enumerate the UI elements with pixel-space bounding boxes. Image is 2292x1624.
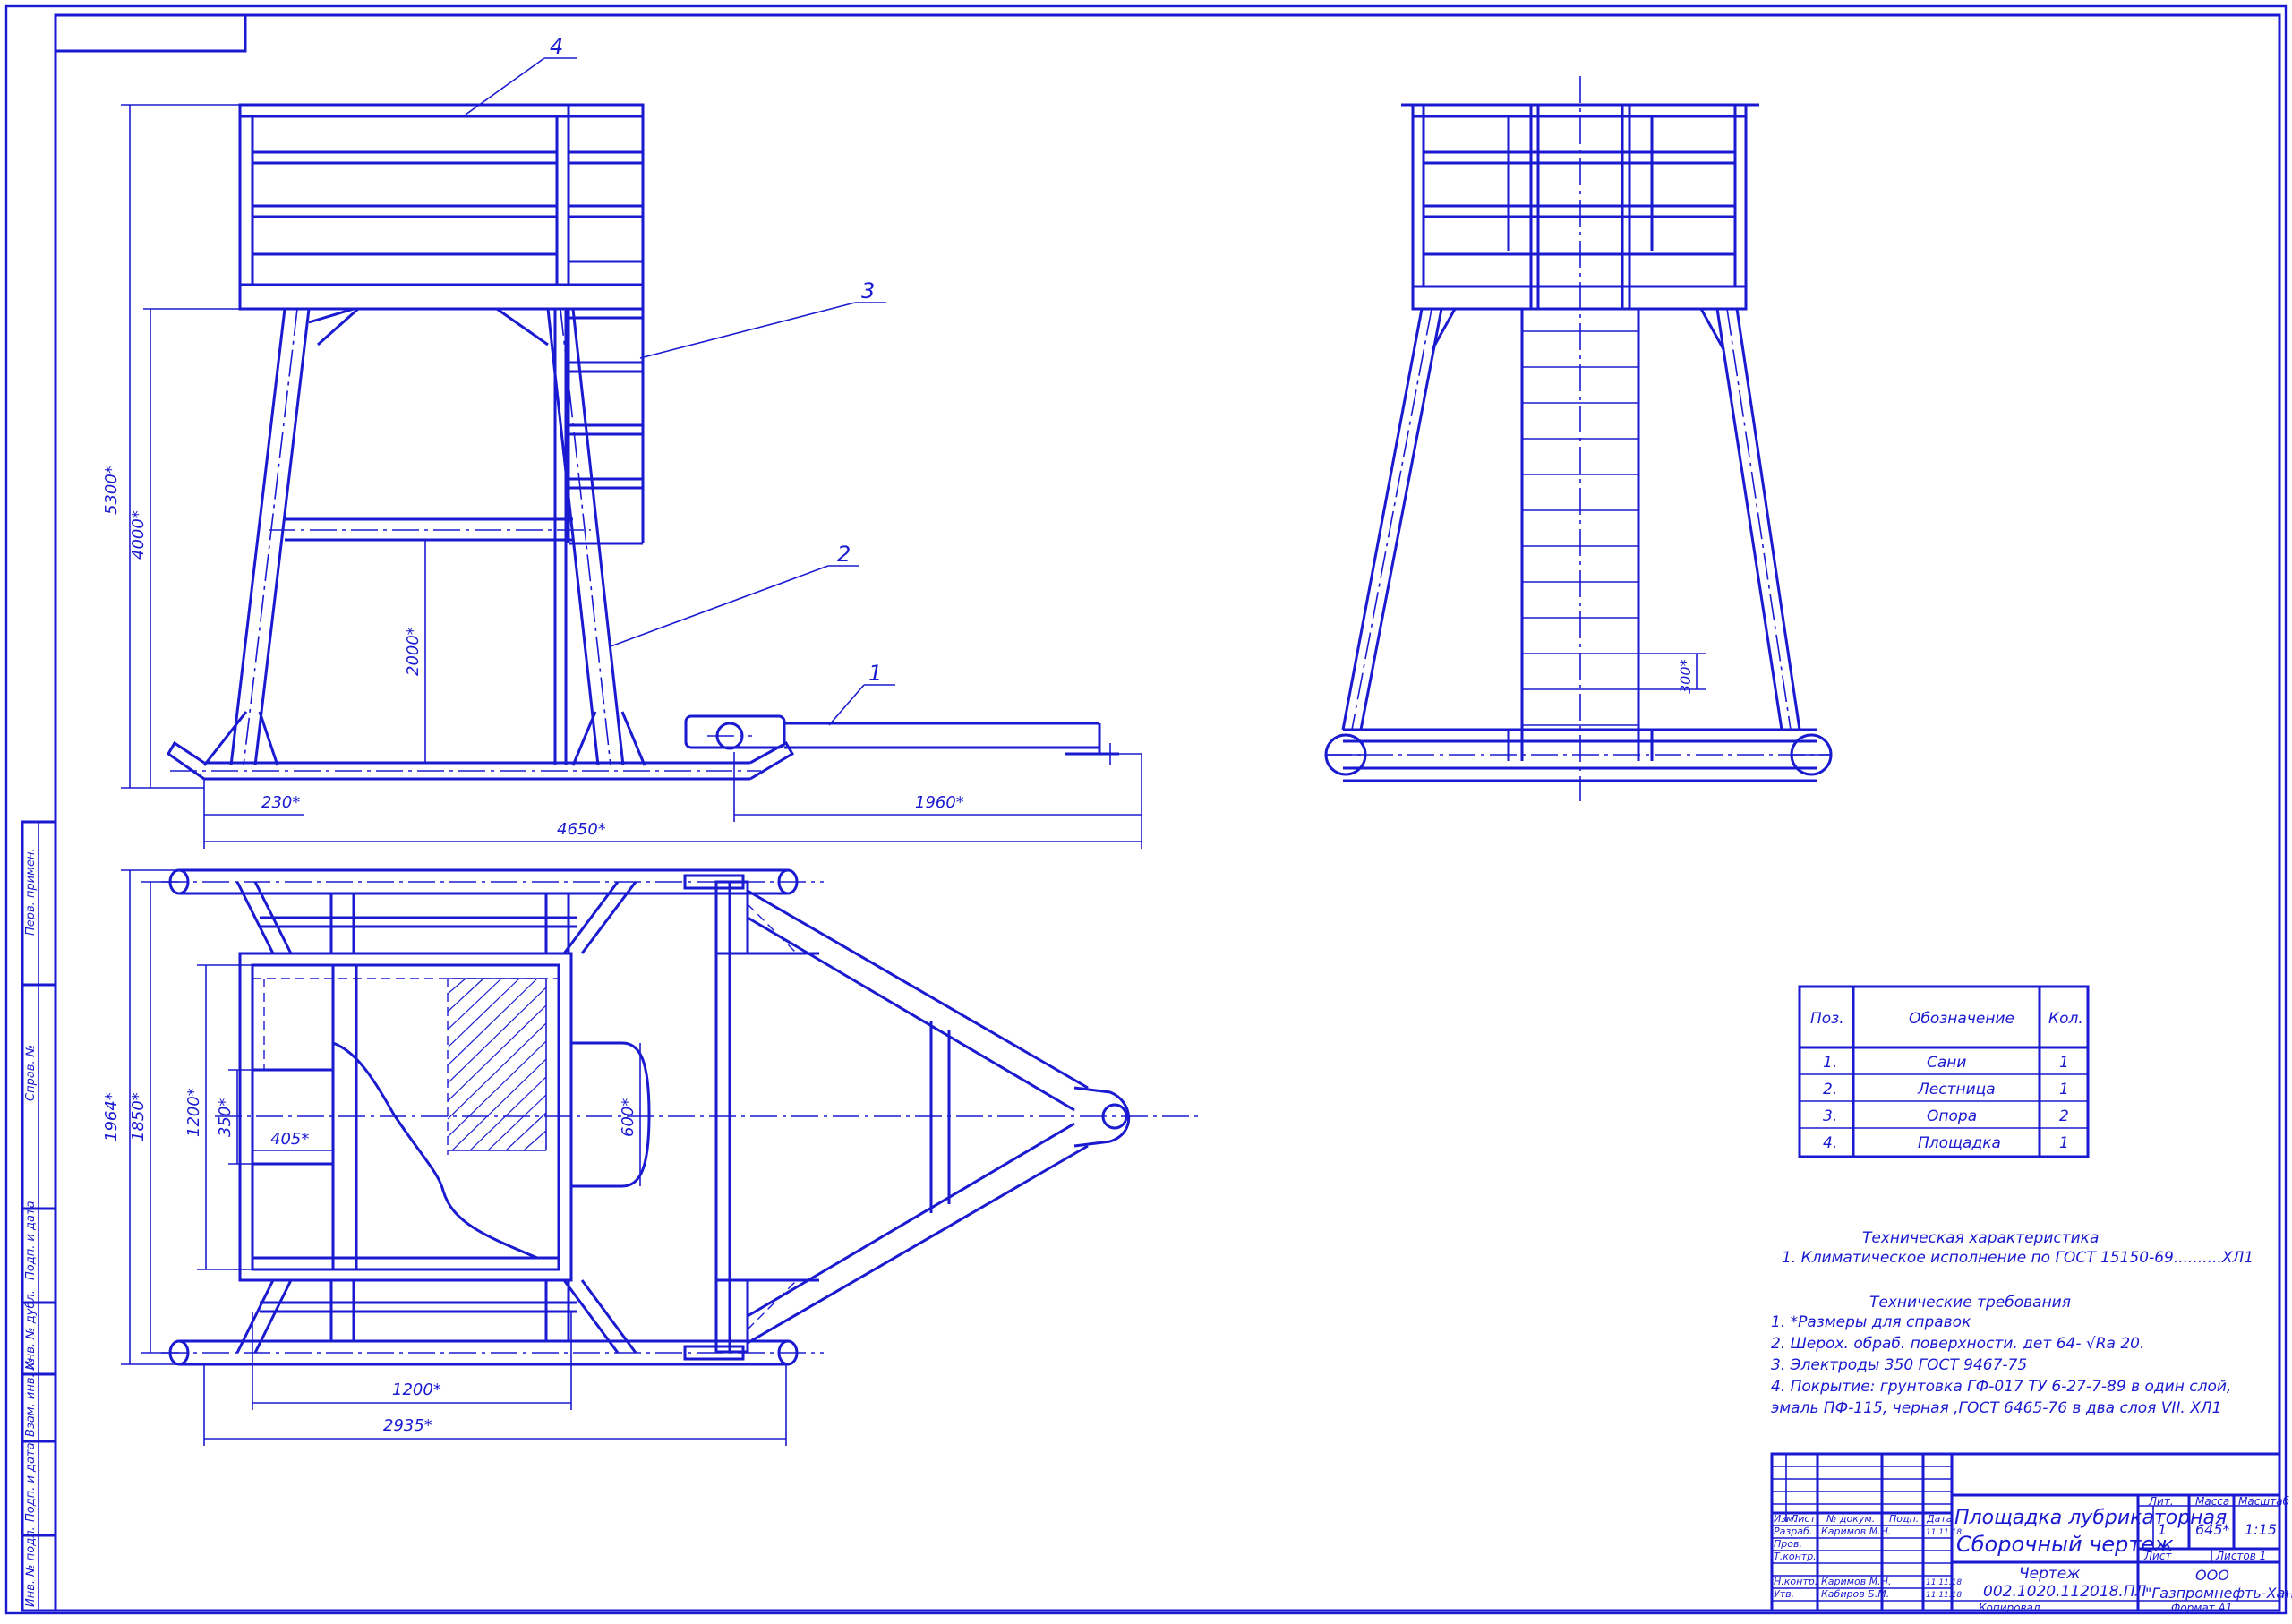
table-cell: 1 [2059,1081,2069,1098]
dim-label: 1200* [184,1088,203,1137]
tb-role: Разраб. [1774,1526,1812,1537]
dim-label: 4000* [129,510,148,560]
tech-req-line: 2. Шерох. обраб. поверхности. дет 64- √R… [1771,1335,2144,1353]
tech-req-heading: Технические требования [1869,1294,2071,1312]
leader-label: 4 [550,34,563,59]
tb-role: Утв. [1774,1588,1794,1600]
copied-label: Копировал [1979,1602,2040,1614]
table-header: Поз. [1810,1010,1844,1028]
table-cell: Сани [1927,1054,1966,1072]
tech-notes: Техническая характеристика 1. Климатичес… [1771,1229,2254,1417]
tb-role: Пров. [1774,1538,1802,1550]
dim-label: 1850* [129,1092,148,1141]
leader-label: 1 [868,661,882,686]
parts-table: Поз. Обозначение Кол. 1. Сани 1 2. Лестн… [1798,985,2090,1158]
dim-label: 1960* [915,793,964,812]
tech-req-line: 4. Покрытие: грунтовка ГФ-017 ТУ 6-27-7-… [1771,1378,2231,1396]
tb-name: Каримов М.Н. [1821,1526,1891,1537]
stamp-label: Справ. № [24,1045,38,1101]
table-cell: Опора [1927,1107,1977,1125]
dim-label: 4650* [557,820,606,839]
table-cell: Площадка [1918,1134,2001,1152]
tb-header: Лит. [2148,1495,2174,1508]
tech-char-heading: Техническая характеристика [1862,1229,2099,1247]
dim-label: 350* [216,1098,235,1137]
stamp-label: Перв. примен. [24,848,38,936]
leader-label: 3 [861,278,875,303]
dim-label: 2000* [404,627,423,676]
table-header: Обозначение [1909,1010,2014,1028]
tb-name: Каримов М.Н. [1821,1576,1891,1587]
dim-label: 600* [619,1098,637,1137]
company-line: ООО [2195,1567,2229,1584]
dim-label: 405* [270,1130,309,1149]
tb-header: Масса [2195,1495,2229,1508]
table-cell: 4. [1823,1134,1837,1152]
drawing-sheet: Перв. примен. Справ. № Подп. и дата Инв.… [0,0,2292,1620]
leader-label: 2 [837,542,851,567]
table-cell: 2 [2059,1107,2069,1125]
dim-label: 1200* [392,1380,441,1399]
table-cell: 1. [1823,1054,1837,1072]
tech-req-line: 3. Электроды 350 ГОСТ 9467-75 [1771,1356,2027,1374]
tb-date: 11.11.18 [1926,1591,1962,1600]
tb-col: Подп. [1889,1513,1919,1525]
stamp-label: Инв. № дубл. [24,1290,38,1370]
tb-role: Н.контр. [1774,1576,1817,1587]
tb-sheet: Лист [2143,1550,2172,1562]
table-cell: 1 [2059,1134,2069,1152]
doc-type: Чертеж [2019,1565,2081,1583]
table-cell: Лестница [1917,1081,1996,1098]
tech-req-line: эмаль ПФ-115, черная ,ГОСТ 6465-76 в два… [1771,1399,2221,1417]
dim-label: 1964* [102,1092,121,1141]
dim-label: 2935* [383,1416,432,1435]
table-cell: 3. [1823,1107,1837,1125]
tb-role: Т.контр. [1774,1551,1817,1562]
stamp-label: Взам. инв. № [24,1358,38,1437]
side-view: 300* [1324,76,1833,801]
company-line: "Газпромнефть-Хантос" [2145,1585,2292,1602]
hatch-area [447,978,547,1151]
doc-code: 002.1020.112018.ПЛ [1983,1583,2147,1601]
tech-char-line: 1. Климатическое исполнение по ГОСТ 1515… [1782,1249,2254,1267]
side-stamp: Перв. примен. Справ. № Подп. и дата Инв.… [21,820,57,1612]
stamp-label: Подп. и дата [24,1442,38,1522]
stamp-label: Инв. № подл. [24,1526,38,1607]
dim-label: 300* [1677,659,1694,694]
tb-col: Дата [1926,1513,1953,1525]
table-header: Кол. [2048,1010,2083,1028]
table-cell: 1 [2059,1054,2069,1072]
drawing-title: Площадка лубрикаторная [1954,1507,2227,1529]
tb-name: Кабиров Б.М. [1821,1588,1889,1600]
assembly-drawing: Перв. примен. Справ. № Подп. и дата Инв.… [4,4,2292,1615]
drawing-subtitle: Сборочный чертеж [1956,1532,2174,1557]
dim-label: 230* [261,793,300,812]
tb-col: № докум. [1826,1513,1875,1525]
tb-value: 1 [2158,1521,2167,1538]
plan-view: 1964* 1850* 1200* 350* 405* 600* 1200* 2… [102,868,1200,1446]
stamp-label: Подп. и дата [24,1201,38,1280]
table-cell: 2. [1823,1081,1837,1098]
tech-req-line: 1. *Размеры для справок [1771,1313,1971,1331]
tb-value: 645* [2195,1521,2230,1538]
format-label: Формат А1 [2171,1602,2232,1614]
front-view: 4 3 2 1 5300* 4000* 2000* 230* 1960* 465… [102,34,1142,849]
tb-date: 11.11.18 [1926,1578,1962,1587]
tb-sheets: Листов 1 [2215,1550,2266,1562]
tb-header: Масштаб [2238,1495,2290,1508]
dim-label: 5300* [102,466,121,515]
title-block: Изм. Лист № докум. Подп. Дата Разраб. Ка… [1770,1452,2292,1614]
tb-col: Лист [1790,1513,1816,1525]
tb-value: 1:15 [2245,1521,2277,1538]
